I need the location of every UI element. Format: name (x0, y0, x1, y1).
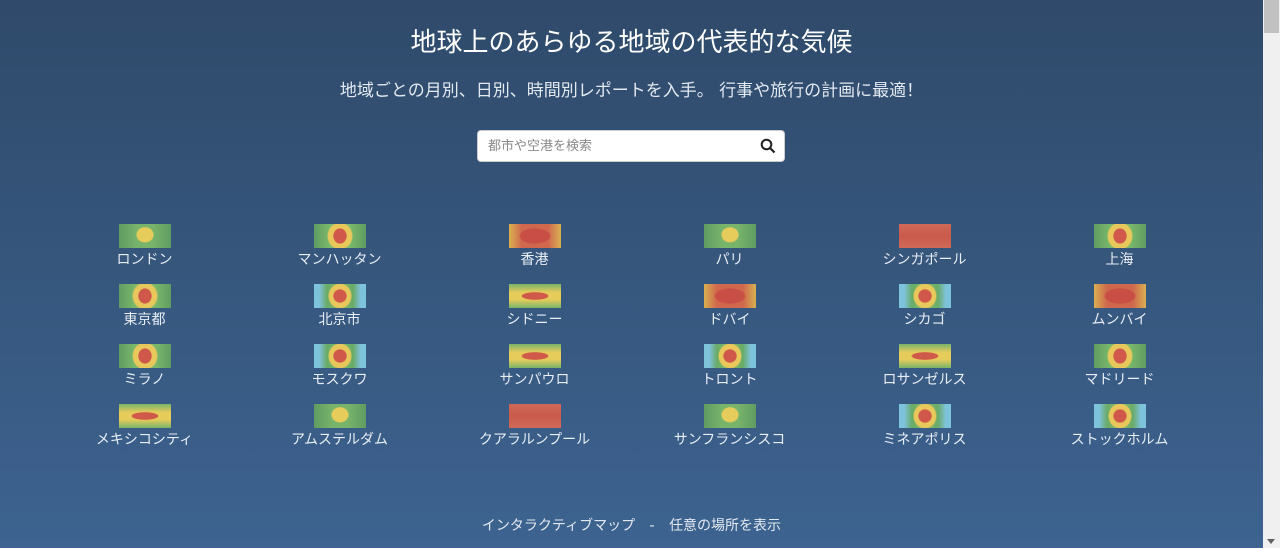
climate-thumbnail[interactable] (313, 344, 366, 368)
climate-thumbnail[interactable] (703, 224, 756, 248)
city-name[interactable]: 上海 (1106, 249, 1134, 269)
city-link[interactable]: マドリード (1022, 344, 1217, 389)
climate-thumbnail[interactable] (313, 284, 366, 308)
climate-thumbnail[interactable] (118, 344, 171, 368)
climate-thumbnail[interactable] (118, 404, 171, 428)
city-link[interactable]: モスクワ (242, 344, 437, 389)
page: 地球上のあらゆる地域の代表的な気候 地域ごとの月別、日別、時間別レポートを入手。… (0, 0, 1263, 548)
city-name[interactable]: サンフランシスコ (674, 429, 786, 449)
city-name[interactable]: ムンバイ (1092, 309, 1148, 329)
city-name[interactable]: ロンドン (117, 249, 173, 269)
city-name[interactable]: シドニー (507, 309, 563, 329)
city-link[interactable]: ミネアポリス (827, 404, 1022, 449)
any-place-link[interactable]: 任意の場所を表示 (669, 518, 781, 534)
climate-thumbnail[interactable] (703, 284, 756, 308)
city-name[interactable]: ミラノ (124, 369, 166, 389)
climate-thumbnail[interactable] (703, 344, 756, 368)
city-name[interactable]: マンハッタン (298, 249, 382, 269)
climate-thumbnail[interactable] (1093, 224, 1146, 248)
city-name[interactable]: ドバイ (709, 309, 751, 329)
climate-thumbnail[interactable] (508, 224, 561, 248)
city-link[interactable]: ロサンゼルス (827, 344, 1022, 389)
city-name[interactable]: サンパウロ (500, 369, 570, 389)
climate-thumbnail[interactable] (898, 404, 951, 428)
climate-thumbnail[interactable] (508, 344, 561, 368)
interactive-map-link[interactable]: インタラクティブマップ (482, 518, 635, 534)
city-grid: ロンドン マンハッタン 香港 パリ シンガポール 上海東京都 北京市 シドニー ドバイ シカゴ ムン… (47, 224, 1217, 449)
footer-separator: - (649, 518, 655, 534)
search-input[interactable] (478, 131, 758, 161)
climate-thumbnail[interactable] (508, 284, 561, 308)
climate-thumbnail[interactable] (703, 404, 756, 428)
city-link[interactable]: シドニー (437, 284, 632, 329)
climate-thumbnail[interactable] (508, 404, 561, 428)
city-name[interactable]: マドリード (1085, 369, 1155, 389)
climate-thumbnail[interactable] (118, 284, 171, 308)
scroll-down-arrow-icon[interactable] (1267, 539, 1275, 544)
scrollbar-thumb[interactable] (1264, 0, 1279, 33)
city-link[interactable]: ストックホルム (1022, 404, 1217, 449)
climate-thumbnail[interactable] (118, 224, 171, 248)
climate-thumbnail[interactable] (898, 224, 951, 248)
climate-thumbnail[interactable] (313, 404, 366, 428)
city-name[interactable]: モスクワ (312, 369, 368, 389)
city-link[interactable]: ロンドン (47, 224, 242, 269)
footer: インタラクティブマップ - 任意の場所を表示 (0, 515, 1263, 535)
city-link[interactable]: シンガポール (827, 224, 1022, 269)
scrollbar[interactable] (1263, 0, 1280, 548)
city-link[interactable]: 北京市 (242, 284, 437, 329)
climate-thumbnail[interactable] (1093, 344, 1146, 368)
city-link[interactable]: メキシコシティ (47, 404, 242, 449)
city-link[interactable]: ミラノ (47, 344, 242, 389)
city-link[interactable]: アムステルダム (242, 404, 437, 449)
city-name[interactable]: アムステルダム (291, 429, 388, 449)
city-link[interactable]: ムンバイ (1022, 284, 1217, 329)
city-name[interactable]: 香港 (521, 249, 549, 269)
city-link[interactable]: 上海 (1022, 224, 1217, 269)
city-link[interactable]: ドバイ (632, 284, 827, 329)
search-icon[interactable] (760, 138, 776, 154)
city-name[interactable]: ストックホルム (1071, 429, 1169, 449)
city-link[interactable]: サンフランシスコ (632, 404, 827, 449)
city-link[interactable]: 東京都 (47, 284, 242, 329)
city-name[interactable]: シカゴ (904, 309, 946, 329)
city-link[interactable]: クアラルンプール (437, 404, 632, 449)
climate-thumbnail[interactable] (898, 284, 951, 308)
page-title: 地球上のあらゆる地域の代表的な気候 (410, 28, 853, 58)
city-name[interactable]: ロサンゼルス (883, 369, 967, 389)
city-link[interactable]: トロント (632, 344, 827, 389)
city-name[interactable]: 北京市 (319, 309, 361, 329)
page-subtitle: 地域ごとの月別、日別、時間別レポートを入手。 行事や旅行の計画に最適！ (339, 81, 924, 101)
city-link[interactable]: シカゴ (827, 284, 1022, 329)
city-name[interactable]: トロント (702, 369, 758, 389)
climate-thumbnail[interactable] (898, 344, 951, 368)
city-name[interactable]: メキシコシティ (96, 429, 193, 449)
city-name[interactable]: シンガポール (883, 249, 967, 269)
city-link[interactable]: サンパウロ (437, 344, 632, 389)
climate-thumbnail[interactable] (1093, 284, 1146, 308)
city-name[interactable]: クアラルンプール (479, 429, 590, 449)
city-name[interactable]: ミネアポリス (883, 429, 967, 449)
city-name[interactable]: パリ (716, 249, 744, 269)
climate-thumbnail[interactable] (313, 224, 366, 248)
city-name[interactable]: 東京都 (124, 309, 166, 329)
city-link[interactable]: パリ (632, 224, 827, 269)
search-box (477, 130, 785, 162)
city-link[interactable]: マンハッタン (242, 224, 437, 269)
city-link[interactable]: 香港 (437, 224, 632, 269)
climate-thumbnail[interactable] (1093, 404, 1146, 428)
